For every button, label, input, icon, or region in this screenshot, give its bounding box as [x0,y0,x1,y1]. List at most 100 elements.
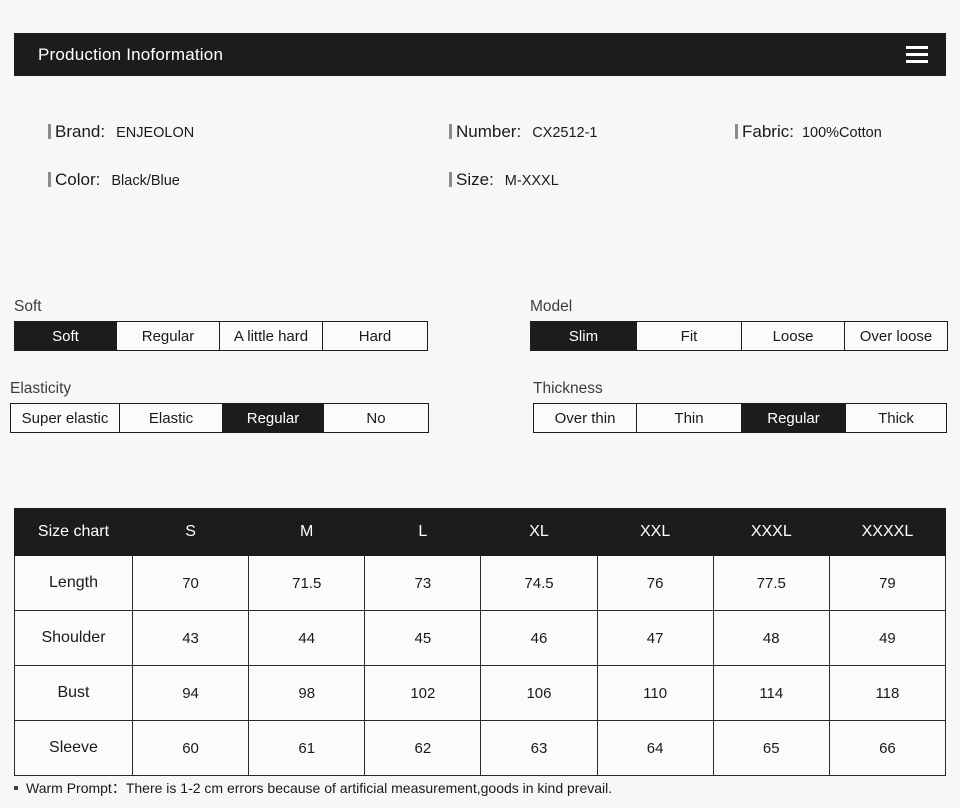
info-item-fabric: Fabric: 100%Cotton [735,122,882,142]
hamburger-bar-1 [906,46,928,49]
cell-bust-xxxl: 114 [712,665,830,721]
warm-prompt-text: Warm Prompt：There is 1-2 cm errors becau… [26,780,613,796]
attribute-option-soft-1[interactable]: Regular [116,321,220,351]
attribute-option-thickness-1[interactable]: Thin [636,403,742,433]
page-title: Production Inoformation [38,44,224,64]
attribute-option-soft-0[interactable]: Soft [14,321,117,351]
info-value-size: M-XXXL [504,173,559,189]
column-header-0: Size chart [14,508,133,556]
info-label-brand: Brand: [55,122,106,141]
attribute-option-elasticity-0[interactable]: Super elastic [10,403,120,433]
attribute-option-model-3[interactable]: Over loose [844,321,948,351]
cell-shoulder-m: 44 [248,610,366,666]
column-header-7: XXXXL [828,508,947,556]
cell-bust-l: 102 [364,665,482,721]
attribute-option-soft-3[interactable]: Hard [322,321,428,351]
attribute-group-soft: Soft Soft Regular A little hard Hard [14,298,428,351]
info-item-number: Number: CX2512-1 [449,122,597,142]
cell-bust-xxxxl: 118 [828,665,947,721]
table-header-row: Size chart S M L XL XXL XXXL XXXXL [14,508,947,556]
cell-sleeve-xxxl: 65 [712,720,830,776]
cell-bust-m: 98 [248,665,366,721]
attribute-option-thickness-2[interactable]: Regular [741,403,846,433]
product-info-block: Brand: ENJEOLON Color: Black/Blue Number… [0,106,960,206]
attribute-options-elasticity: Super elastic Elastic Regular No [10,403,429,433]
info-item-color: Color: Black/Blue [48,170,180,190]
cell-shoulder-xxl: 47 [596,610,714,666]
info-value-color: Black/Blue [111,173,180,189]
attribute-option-model-2[interactable]: Loose [741,321,845,351]
size-chart-header: Size chart S M L XL XXL XXXL XXXXL [14,508,947,556]
attribute-option-elasticity-2[interactable]: Regular [222,403,324,433]
column-header-6: XXXL [712,508,830,556]
cell-shoulder-xxxl: 48 [712,610,830,666]
attribute-option-thickness-3[interactable]: Thick [845,403,947,433]
table-row: Bust 94 98 102 106 110 114 118 [14,665,947,721]
attribute-option-model-0[interactable]: Slim [530,321,637,351]
table-row: Length 70 71.5 73 74.5 76 77.5 79 [14,555,947,611]
attribute-group-thickness: Thickness Over thin Thin Regular Thick [533,380,947,433]
attribute-option-thickness-0[interactable]: Over thin [533,403,637,433]
hamburger-bar-2 [906,53,928,56]
header-bar: Production Inoformation [14,33,946,76]
cell-bust-s: 94 [131,665,250,721]
cell-bust-xl: 106 [480,665,598,721]
attribute-group-elasticity: Elasticity Super elastic Elastic Regular… [10,380,429,433]
cell-length-s: 70 [131,555,250,611]
attribute-option-model-1[interactable]: Fit [636,321,742,351]
cell-sleeve-xxl: 64 [596,720,714,776]
bullet-dot-icon [14,786,18,790]
table-row: Shoulder 43 44 45 46 47 48 49 [14,610,947,666]
row-label-sleeve: Sleeve [14,720,133,776]
cell-shoulder-xxxxl: 49 [828,610,947,666]
cell-sleeve-xl: 63 [480,720,598,776]
info-value-brand: ENJEOLON [116,125,195,141]
info-label-color: Color: [55,170,101,189]
size-chart-table: Size chart S M L XL XXL XXXL XXXXL Lengt… [14,508,947,776]
cell-sleeve-s: 60 [131,720,250,776]
cell-sleeve-l: 62 [364,720,482,776]
column-header-2: M [248,508,366,556]
row-label-length: Length [14,555,133,611]
attribute-option-soft-2[interactable]: A little hard [219,321,323,351]
column-header-3: L [364,508,482,556]
row-label-bust: Bust [14,665,133,721]
cell-length-xxxl: 77.5 [712,555,830,611]
cell-bust-xxl: 110 [596,665,714,721]
bullet-bar-icon [449,124,452,139]
column-header-5: XXL [596,508,714,556]
bullet-bar-icon [48,172,51,187]
info-value-number: CX2512-1 [532,125,598,141]
cell-length-xxxxl: 79 [828,555,947,611]
column-header-4: XL [480,508,598,556]
cell-shoulder-s: 43 [131,610,250,666]
attribute-title-model: Model [530,298,573,315]
attribute-options-model: Slim Fit Loose Over loose [530,321,948,351]
attribute-options-thickness: Over thin Thin Regular Thick [533,403,947,433]
attribute-option-elasticity-1[interactable]: Elastic [119,403,223,433]
attribute-title-soft: Soft [14,298,42,315]
cell-length-l: 73 [364,555,482,611]
attribute-option-elasticity-3[interactable]: No [323,403,429,433]
attribute-options-soft: Soft Regular A little hard Hard [14,321,428,351]
bullet-bar-icon [449,172,452,187]
info-label-size: Size: [456,170,494,189]
cell-shoulder-l: 45 [364,610,482,666]
info-label-number: Number: [456,122,522,141]
cell-shoulder-xl: 46 [480,610,598,666]
table-row: Sleeve 60 61 62 63 64 65 66 [14,720,947,776]
info-item-brand: Brand: ENJEOLON [48,122,194,142]
size-chart-body: Length 70 71.5 73 74.5 76 77.5 79 Should… [14,555,947,776]
info-value-fabric: 100%Cotton [801,125,882,141]
bullet-bar-icon [48,124,51,139]
cell-sleeve-m: 61 [248,720,366,776]
cell-length-m: 71.5 [248,555,366,611]
cell-length-xl: 74.5 [480,555,598,611]
row-label-shoulder: Shoulder [14,610,133,666]
warm-prompt-note: Warm Prompt：There is 1-2 cm errors becau… [14,778,612,798]
bullet-bar-icon [735,124,738,139]
attribute-group-model: Model Slim Fit Loose Over loose [530,298,948,351]
hamburger-icon[interactable] [906,46,928,63]
info-item-size: Size: M-XXXL [449,170,559,190]
cell-length-xxl: 76 [596,555,714,611]
